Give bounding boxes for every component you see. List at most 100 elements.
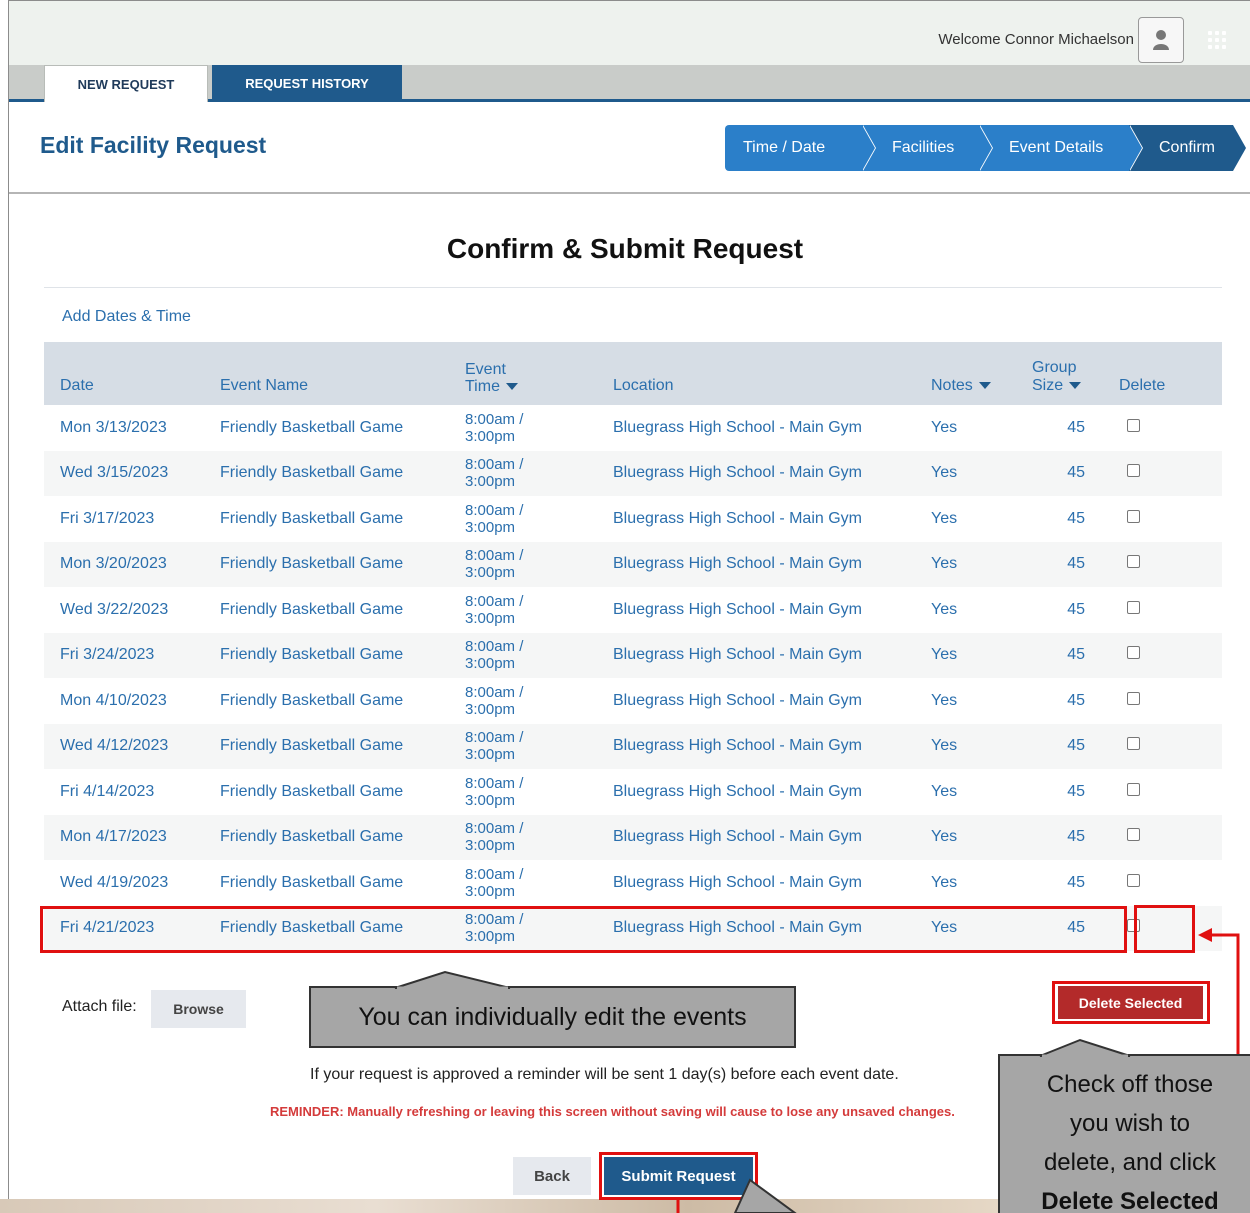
col-group-size[interactable]: Group Size (1024, 342, 1097, 405)
event-date[interactable]: Wed 3/22/2023 (44, 587, 220, 633)
table-row[interactable]: Wed 3/22/2023 Friendly Basketball Game 8:0… (44, 587, 1222, 633)
event-time[interactable]: 8:00am /3:00pm (465, 405, 613, 451)
event-time[interactable]: 8:00am /3:00pm (465, 633, 613, 679)
event-time[interactable]: 8:00am /3:00pm (465, 542, 613, 588)
event-name[interactable]: Friendly Basketball Game (220, 860, 465, 906)
col-event-time[interactable]: Event Time (465, 342, 613, 405)
event-group-size[interactable]: 45 (1024, 587, 1097, 633)
event-location[interactable]: Bluegrass High School - Main Gym (613, 678, 931, 724)
table-row[interactable]: Fri 4/14/2023 Friendly Basketball Game 8:0… (44, 769, 1222, 815)
event-date[interactable]: Fri 4/14/2023 (44, 769, 220, 815)
table-row[interactable]: Fri 3/17/2023 Friendly Basketball Game 8:0… (44, 496, 1222, 542)
event-date[interactable]: Wed 3/15/2023 (44, 451, 220, 497)
event-time[interactable]: 8:00am /3:00pm (465, 496, 613, 542)
step-confirm[interactable]: Confirm (1129, 125, 1246, 171)
delete-checkbox[interactable] (1127, 464, 1140, 478)
table-row[interactable]: Mon 4/17/2023 Friendly Basketball Game 8:0… (44, 814, 1222, 861)
event-date[interactable]: Fri 3/17/2023 (44, 496, 220, 542)
event-time[interactable]: 8:00am /3:00pm (465, 769, 613, 815)
event-date[interactable]: Mon 3/13/2023 (44, 405, 220, 451)
event-date[interactable]: Wed 4/12/2023 (44, 724, 220, 770)
event-notes[interactable]: Yes (931, 496, 1024, 542)
event-name[interactable]: Friendly Basketball Game (220, 542, 465, 588)
event-group-size[interactable]: 45 (1024, 496, 1097, 542)
event-notes[interactable]: Yes (931, 860, 1024, 906)
event-date[interactable]: Fri 3/24/2023 (44, 633, 220, 679)
event-notes[interactable]: Yes (931, 769, 1024, 815)
event-group-size[interactable]: 45 (1024, 678, 1097, 724)
step-facilities[interactable]: Facilities (862, 125, 993, 171)
event-location[interactable]: Bluegrass High School - Main Gym (613, 587, 931, 633)
table-row[interactable]: Wed 4/12/2023 Friendly Basketball Game 8:0… (44, 723, 1222, 770)
event-name[interactable]: Friendly Basketball Game (220, 451, 465, 497)
step-event-details[interactable]: Event Details (979, 125, 1143, 171)
delete-checkbox[interactable] (1127, 737, 1140, 751)
event-name[interactable]: Friendly Basketball Game (220, 678, 465, 724)
event-name[interactable]: Friendly Basketball Game (220, 769, 465, 815)
table-row[interactable]: Mon 3/20/2023 Friendly Basketball Game 8:0… (44, 541, 1222, 588)
event-date[interactable]: Wed 4/19/2023 (44, 860, 220, 906)
event-notes[interactable]: Yes (931, 724, 1024, 770)
event-notes[interactable]: Yes (931, 815, 1024, 861)
event-name[interactable]: Friendly Basketball Game (220, 633, 465, 679)
step-time-date[interactable]: Time / Date (725, 125, 876, 171)
event-date[interactable]: Mon 4/17/2023 (44, 815, 220, 861)
event-notes[interactable]: Yes (931, 405, 1024, 451)
event-date[interactable]: Mon 3/20/2023 (44, 542, 220, 588)
delete-checkbox[interactable] (1127, 873, 1140, 887)
col-notes[interactable]: Notes (931, 342, 1024, 405)
event-name[interactable]: Friendly Basketball Game (220, 405, 465, 451)
delete-checkbox[interactable] (1127, 828, 1140, 842)
event-time[interactable]: 8:00am /3:00pm (465, 860, 613, 906)
table-row[interactable]: Wed 3/15/2023 Friendly Basketball Game 8:0… (44, 450, 1222, 497)
event-location[interactable]: Bluegrass High School - Main Gym (613, 815, 931, 861)
event-name[interactable]: Friendly Basketball Game (220, 587, 465, 633)
event-group-size[interactable]: 45 (1024, 405, 1097, 451)
browse-button[interactable]: Browse (151, 990, 246, 1028)
delete-checkbox[interactable] (1127, 509, 1140, 523)
delete-checkbox[interactable] (1127, 646, 1140, 660)
event-location[interactable]: Bluegrass High School - Main Gym (613, 769, 931, 815)
event-name[interactable]: Friendly Basketball Game (220, 815, 465, 861)
event-location[interactable]: Bluegrass High School - Main Gym (613, 496, 931, 542)
table-row[interactable]: Fri 3/24/2023 Friendly Basketball Game 8:0… (44, 632, 1222, 679)
event-name[interactable]: Friendly Basketball Game (220, 496, 465, 542)
delete-checkbox[interactable] (1127, 600, 1140, 614)
event-location[interactable]: Bluegrass High School - Main Gym (613, 633, 931, 679)
col-location[interactable]: Location (613, 342, 931, 405)
event-notes[interactable]: Yes (931, 587, 1024, 633)
event-location[interactable]: Bluegrass High School - Main Gym (613, 724, 931, 770)
table-row[interactable]: Wed 4/19/2023 Friendly Basketball Game 8:0… (44, 860, 1222, 906)
event-time[interactable]: 8:00am /3:00pm (465, 451, 613, 497)
delete-checkbox[interactable] (1127, 691, 1140, 705)
tab-request-history[interactable]: REQUEST HISTORY (212, 65, 402, 102)
table-row[interactable]: Mon 4/10/2023 Friendly Basketball Game 8:0… (44, 678, 1222, 724)
delete-checkbox[interactable] (1127, 418, 1140, 432)
col-event-name[interactable]: Event Name (220, 342, 465, 405)
event-date[interactable]: Mon 4/10/2023 (44, 678, 220, 724)
table-row[interactable]: Mon 3/13/2023 Friendly Basketball Game 8:0… (44, 405, 1222, 451)
apps-grid-icon[interactable] (1208, 31, 1226, 49)
event-time[interactable]: 8:00am /3:00pm (465, 587, 613, 633)
event-time[interactable]: 8:00am /3:00pm (465, 678, 613, 724)
event-group-size[interactable]: 45 (1024, 860, 1097, 906)
event-time[interactable]: 8:00am /3:00pm (465, 815, 613, 861)
delete-checkbox[interactable] (1127, 555, 1140, 569)
tab-new-request[interactable]: NEW REQUEST (44, 65, 208, 102)
event-location[interactable]: Bluegrass High School - Main Gym (613, 451, 931, 497)
event-notes[interactable]: Yes (931, 633, 1024, 679)
event-location[interactable]: Bluegrass High School - Main Gym (613, 860, 931, 906)
col-date[interactable]: Date (44, 342, 220, 405)
event-group-size[interactable]: 45 (1024, 633, 1097, 679)
event-location[interactable]: Bluegrass High School - Main Gym (613, 405, 931, 451)
event-time[interactable]: 8:00am /3:00pm (465, 724, 613, 770)
event-name[interactable]: Friendly Basketball Game (220, 724, 465, 770)
event-location[interactable]: Bluegrass High School - Main Gym (613, 542, 931, 588)
event-group-size[interactable]: 45 (1024, 724, 1097, 770)
event-notes[interactable]: Yes (931, 451, 1024, 497)
event-group-size[interactable]: 45 (1024, 769, 1097, 815)
delete-checkbox[interactable] (1127, 782, 1140, 796)
event-notes[interactable]: Yes (931, 542, 1024, 588)
event-group-size[interactable]: 45 (1024, 451, 1097, 497)
event-group-size[interactable]: 45 (1024, 815, 1097, 861)
